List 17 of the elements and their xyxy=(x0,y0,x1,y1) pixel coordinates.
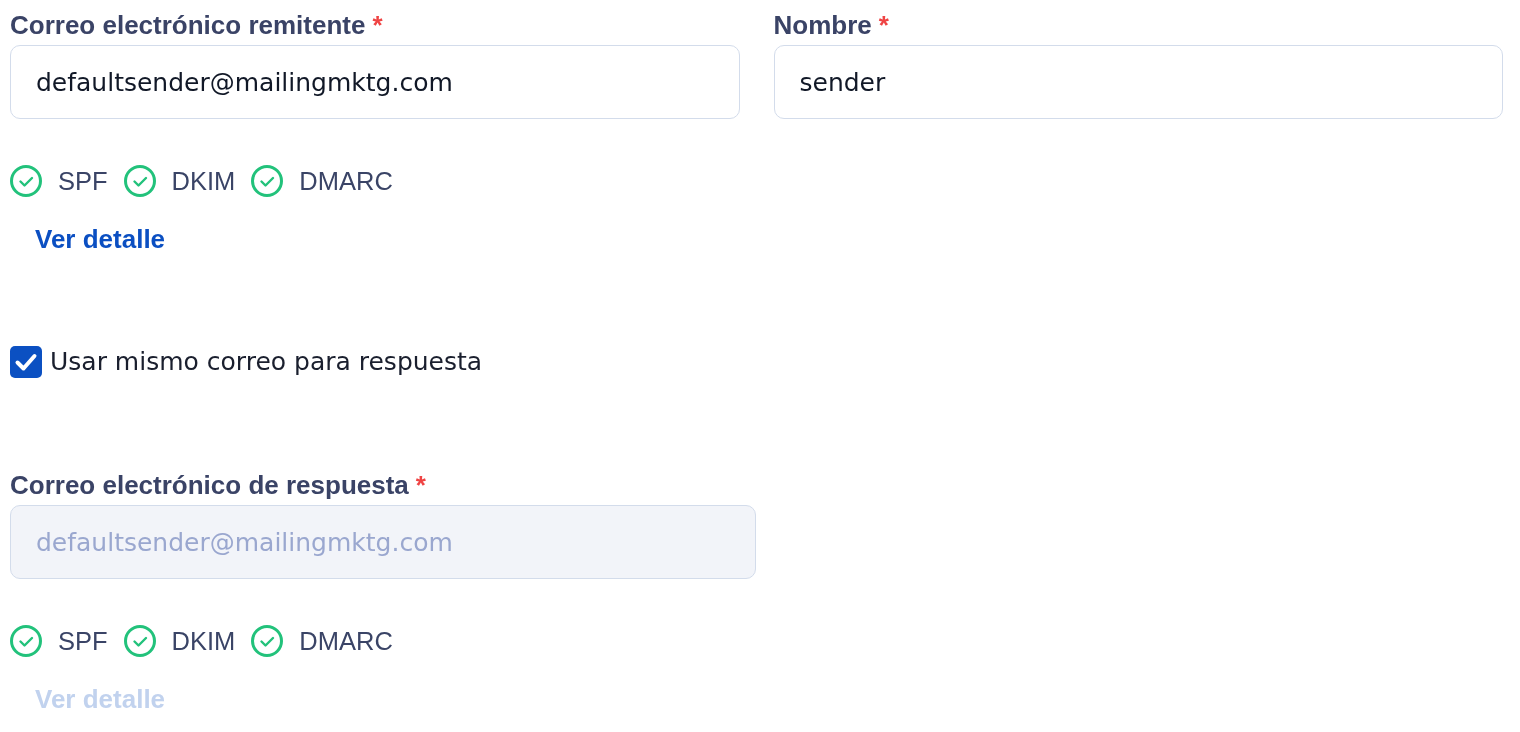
auth-check-label: DKIM xyxy=(171,166,236,196)
text-input[interactable]: sender xyxy=(773,45,1503,119)
field-label: Correo electrónico remitente xyxy=(10,10,366,40)
checkbox[interactable] xyxy=(10,346,42,378)
auth-check-label: SPF xyxy=(58,166,108,196)
auth-check-label: DMARC xyxy=(299,626,393,656)
field-label: Correo electrónico de respuesta xyxy=(10,470,409,500)
field-label: Nombre xyxy=(773,10,872,40)
checkbox-label[interactable]: Usar mismo correo para respuesta xyxy=(50,347,483,377)
text-input[interactable]: defaultsender@mailingmktg.com xyxy=(10,45,740,119)
auth-check-label: DMARC xyxy=(299,166,393,196)
required-mark: * xyxy=(878,10,889,40)
required-mark: * xyxy=(415,470,426,500)
required-mark: * xyxy=(372,10,383,40)
auth-check-label: SPF xyxy=(58,626,108,656)
view-details-link[interactable]: Ver detalle xyxy=(35,224,166,254)
auth-check-label: DKIM xyxy=(171,626,236,656)
